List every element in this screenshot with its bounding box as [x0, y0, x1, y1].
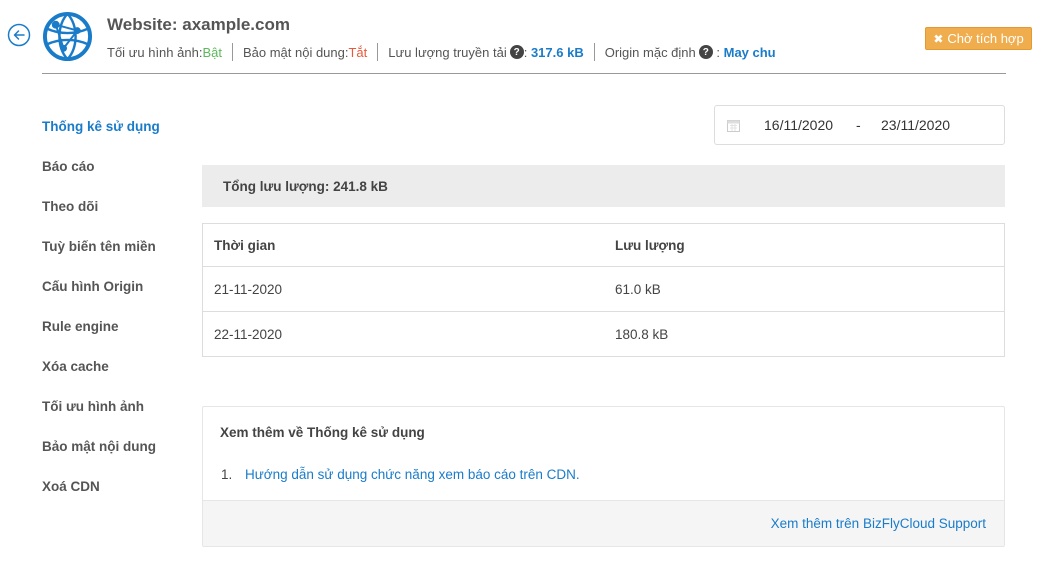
divider — [231, 43, 233, 61]
close-icon: ✖ — [933, 31, 944, 46]
header-divider — [42, 73, 1006, 74]
divider — [593, 43, 595, 61]
table-row: 21-11-2020 61.0 kB — [203, 266, 1004, 311]
sidebar-item-monitoring[interactable]: Theo dõi — [42, 186, 192, 226]
bandwidth-value: 317.6 kB — [530, 44, 584, 60]
more-info-panel: Xem thêm về Thống kê sử dụng 1. Hướng dẫ… — [202, 406, 1005, 547]
sidebar-item-rule-engine[interactable]: Rule engine — [42, 306, 192, 346]
info-panel-title: Xem thêm về Thống kê sử dụng — [220, 425, 425, 440]
usage-table: Thời gian Lưu lượng 21-11-2020 61.0 kB 2… — [202, 223, 1005, 357]
help-icon[interactable]: ? — [698, 45, 713, 59]
list-item-number: 1. — [221, 467, 233, 482]
help-icon[interactable]: ? — [509, 45, 524, 59]
total-bandwidth-bar: Tổng lưu lượng: 241.8 kB — [202, 165, 1005, 207]
sidebar-nav: Thống kê sử dụng Báo cáo Theo dõi Tuỳ bi… — [42, 106, 192, 506]
info-panel-footer: Xem thêm trên BizFlyCloud Support — [203, 500, 1004, 546]
cell-bandwidth: 61.0 kB — [615, 281, 661, 297]
site-meta-row: Tối ưu hình ảnh: Bật Bảo mật nội dung: T… — [107, 43, 776, 61]
page-title: Website: axample.com — [107, 15, 290, 34]
sidebar-item-delete-cdn[interactable]: Xoá CDN — [42, 466, 192, 506]
cell-bandwidth: 180.8 kB — [615, 326, 669, 342]
sidebar-item-origin-config[interactable]: Cấu hình Origin — [42, 266, 192, 306]
sidebar-item-usage-stats[interactable]: Thống kê sử dụng — [42, 106, 192, 146]
content-security-status: Tắt — [348, 44, 368, 60]
column-header-time: Thời gian — [214, 237, 276, 253]
image-opt-label: Tối ưu hình ảnh: — [107, 44, 203, 60]
sidebar-item-custom-domain[interactable]: Tuỳ biến tên miền — [42, 226, 192, 266]
origin-label: Origin mặc định — [604, 44, 696, 60]
cell-time: 21-11-2020 — [214, 281, 283, 297]
sidebar-item-clear-cache[interactable]: Xóa cache — [42, 346, 192, 386]
origin-value[interactable]: May chu — [724, 45, 776, 60]
list-item: 1. Hướng dẫn sử dụng chức năng xem báo c… — [221, 467, 580, 482]
pending-integration-button[interactable]: ✖ Chờ tích hợp — [925, 27, 1032, 50]
total-bandwidth-text: Tổng lưu lượng: 241.8 kB — [223, 178, 388, 194]
content-security-label: Bảo mật nội dung: — [242, 44, 349, 60]
back-arrow-icon[interactable] — [7, 23, 31, 47]
date-start: 16/11/2020 — [764, 117, 834, 133]
image-opt-status: Bật — [202, 44, 222, 60]
table-row: 22-11-2020 180.8 kB — [203, 311, 1004, 356]
sidebar-item-image-optimization[interactable]: Tối ưu hình ảnh — [42, 386, 192, 426]
table-header-row: Thời gian Lưu lượng — [203, 224, 1004, 266]
column-header-bandwidth: Lưu lượng — [615, 237, 685, 253]
date-range-picker[interactable]: 16/11/2020 - 23/11/2020 — [714, 105, 1005, 145]
date-end: 23/11/2020 — [881, 117, 951, 133]
sidebar-item-content-security[interactable]: Bảo mật nội dung — [42, 426, 192, 466]
bandwidth-label: Lưu lượng truyền tải — [388, 44, 507, 60]
status-button-label: Chờ tích hợp — [947, 31, 1024, 46]
sidebar-item-reports[interactable]: Báo cáo — [42, 146, 192, 186]
calendar-icon — [727, 120, 740, 132]
cell-time: 22-11-2020 — [214, 326, 283, 342]
bizflycloud-support-link[interactable]: Xem thêm trên BizFlyCloud Support — [771, 516, 986, 531]
divider — [377, 43, 379, 61]
globe-icon — [42, 11, 93, 62]
guide-link[interactable]: Hướng dẫn sử dụng chức năng xem báo cáo … — [245, 467, 580, 482]
date-separator: - — [856, 117, 861, 133]
